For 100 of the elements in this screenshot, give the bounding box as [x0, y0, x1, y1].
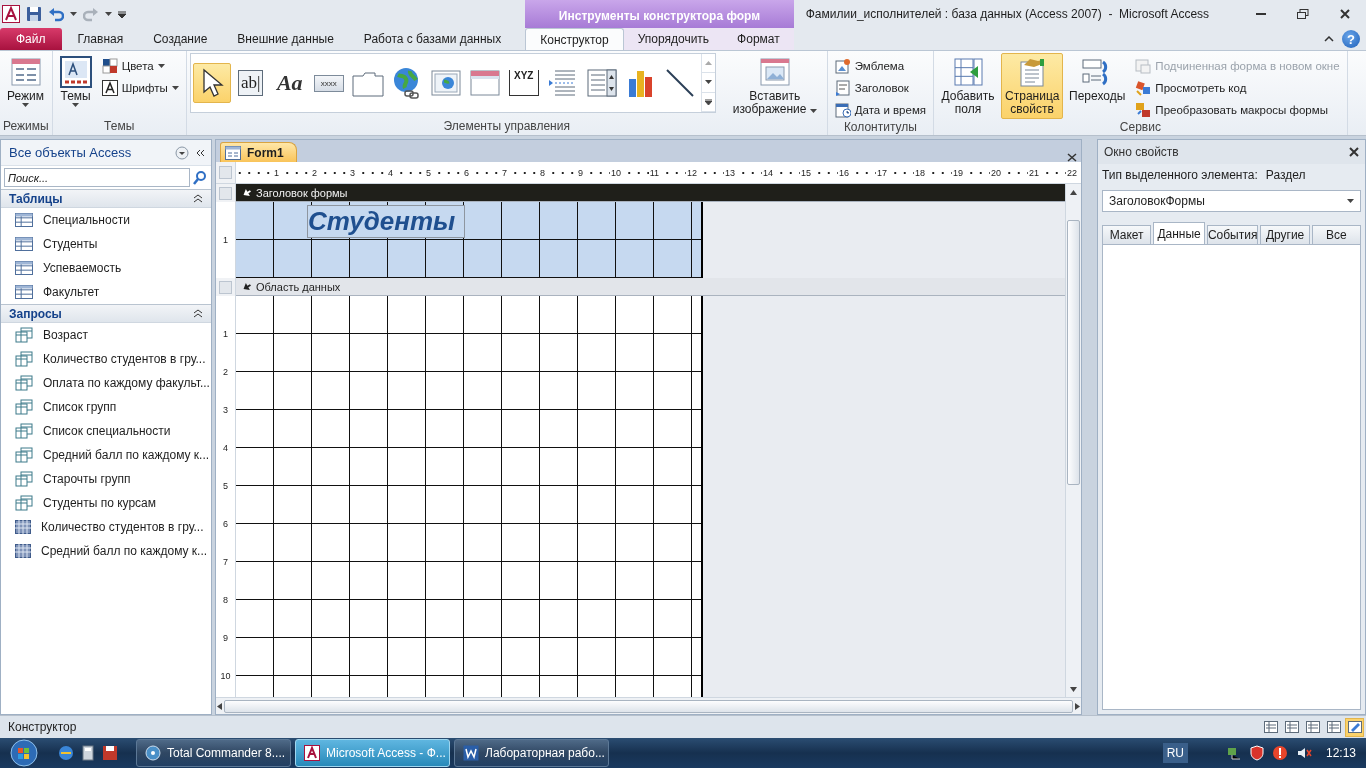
ribbon-tab[interactable]: Упорядочить	[623, 28, 724, 50]
ribbon-tab[interactable]: Создание	[139, 28, 222, 50]
nav-item[interactable]: Количество студентов в гру...	[1, 347, 211, 371]
nav-item[interactable]: Факультет	[1, 280, 211, 304]
ruler-number: 7	[223, 557, 228, 567]
crosstab-icon	[15, 520, 31, 534]
nav-item[interactable]: Оплата по каждому факульт...	[1, 371, 211, 395]
crosstab-icon	[15, 544, 31, 558]
search-field[interactable]: Поиск...	[4, 168, 190, 187]
save-icon	[26, 6, 42, 22]
ruler-number: 19	[952, 167, 964, 178]
caret-icon	[70, 12, 77, 16]
nav-item[interactable]: Студенты	[1, 232, 211, 256]
table-icon	[15, 285, 33, 299]
ruler-number: 16	[838, 167, 850, 178]
nav-item[interactable]: Список специальности	[1, 419, 211, 443]
view-code-button[interactable]: Просмотреть код	[1131, 77, 1344, 98]
fonts-button[interactable]: Шрифты	[97, 77, 183, 98]
collapse-pane-icon	[195, 148, 205, 157]
browser-icon	[58, 745, 74, 761]
property-tab[interactable]: Данные	[1153, 222, 1205, 244]
add-fields-button[interactable]: Добавить поля	[937, 53, 1000, 119]
database-app-icon	[304, 745, 320, 761]
section-bar[interactable]: Область данных	[236, 278, 1065, 296]
property-tab[interactable]: Другие	[1260, 225, 1310, 244]
table-icon	[15, 261, 33, 275]
warning-icon	[1271, 745, 1288, 761]
themes-button[interactable]: Темы	[55, 53, 96, 117]
nav-item[interactable]: Возраст	[1, 323, 211, 347]
nav-item[interactable]: Старочты групп	[1, 467, 211, 491]
colors-button[interactable]: Цвета	[97, 55, 183, 76]
ribbon-tab[interactable]: Файл	[0, 28, 62, 50]
taskbar-button[interactable]: Лабораторная рабо...	[454, 739, 609, 767]
search-icon	[192, 169, 208, 186]
nav-item[interactable]: Количество студентов в гру...	[1, 515, 211, 539]
layout-icon	[1326, 721, 1341, 733]
combo-box-icon	[585, 67, 618, 99]
ruler-number: 21	[1028, 167, 1040, 178]
scroll-down-icon	[704, 80, 712, 85]
document-tab[interactable]: Form1	[220, 142, 297, 162]
nav-item[interactable]: Специальности	[1, 208, 211, 232]
ribbon-tab[interactable]: Конструктор	[525, 28, 624, 50]
control-tool[interactable]: Aa	[270, 63, 309, 103]
ribbon-tab[interactable]: Формат	[723, 28, 794, 50]
property-tab[interactable]: Макет	[1102, 225, 1152, 244]
nav-item[interactable]: Средний балл по каждому к...	[1, 539, 211, 563]
ribbon-tab[interactable]: Внешние данные	[223, 28, 348, 50]
section-bar[interactable]: Заголовок формы	[236, 184, 1065, 202]
view-button[interactable]: Режим	[3, 53, 48, 117]
property-tab[interactable]: Все	[1311, 225, 1361, 244]
ruler-number: 11	[648, 167, 660, 178]
selection-type: Раздел	[1265, 168, 1306, 182]
ruler-number: 14	[762, 167, 774, 178]
language-indicator[interactable]: RU	[1162, 743, 1188, 763]
image-icon	[758, 56, 791, 88]
property-sheet-button[interactable]: Страница свойств	[1001, 53, 1064, 119]
query-icon	[15, 399, 33, 415]
nav-group-header[interactable]: Запросы	[1, 304, 211, 323]
form-label[interactable]: Студенты	[307, 205, 465, 238]
more-icon	[704, 98, 712, 105]
ruler-number: 6	[223, 519, 228, 529]
logo-button[interactable]: Эмблема	[830, 55, 931, 76]
ribbon-tab[interactable]: Главная	[63, 28, 138, 50]
shield-icon	[1249, 745, 1264, 761]
insert-image-button[interactable]: Вставить изображение	[725, 53, 824, 119]
control-tool[interactable]: XYZ	[504, 63, 543, 103]
vertical-scrollbar[interactable]	[1065, 184, 1081, 697]
datetime-button[interactable]: Дата и время	[830, 99, 931, 120]
subform-icon	[1135, 57, 1152, 74]
control-tool[interactable]: ab|	[231, 63, 270, 103]
nav-item[interactable]: Список групп	[1, 395, 211, 419]
pivot-table-icon	[1305, 721, 1320, 733]
object-dropdown[interactable]: ЗаголовокФормы	[1102, 190, 1361, 212]
nav-item[interactable]: Средний балл по каждому к...	[1, 443, 211, 467]
ribbon-tab[interactable]: Работа с базами данных	[349, 28, 516, 50]
control-tool[interactable]: xxxx	[309, 63, 348, 103]
scroll-left-icon	[217, 702, 222, 710]
ruler-number: 1	[223, 329, 228, 339]
query-icon	[15, 471, 33, 487]
ruler-number: 2	[311, 167, 318, 178]
horizontal-scrollbar[interactable]	[216, 698, 1081, 714]
navigation-control-icon	[468, 68, 501, 98]
close-icon	[1340, 9, 1350, 19]
title-button[interactable]: Заголовок	[830, 77, 931, 98]
nav-item[interactable]: Студенты по курсам	[1, 491, 211, 515]
query-icon	[15, 327, 33, 343]
ruler-number: 2	[223, 367, 228, 377]
nav-item[interactable]: Успеваемость	[1, 256, 211, 280]
query-icon	[15, 375, 33, 391]
ruler-number: 4	[223, 443, 228, 453]
control-tool[interactable]	[192, 63, 231, 103]
property-tab[interactable]: События	[1206, 225, 1259, 244]
ruler-number: 1	[273, 167, 280, 178]
scroll-down-icon	[1070, 686, 1077, 692]
convert-macros-button[interactable]: Преобразовать макросы формы	[1131, 99, 1344, 120]
view-button[interactable]	[1345, 717, 1364, 737]
taskbar-button[interactable]: Total Commander 8....	[136, 739, 291, 767]
ruler-number: 8	[539, 167, 546, 178]
tab-order-button[interactable]: Переходы	[1065, 53, 1130, 117]
nav-group-header[interactable]: Таблицы	[1, 189, 211, 208]
